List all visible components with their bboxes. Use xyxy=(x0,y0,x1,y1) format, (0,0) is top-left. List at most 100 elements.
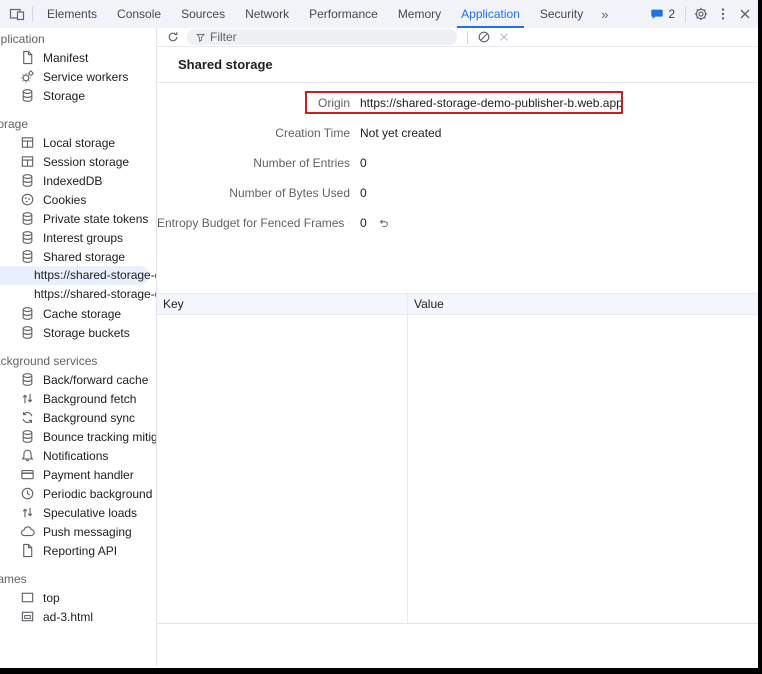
sidebar-item-service-workers[interactable]: Service workers xyxy=(0,67,156,86)
sidebar-item-label: Bounce tracking mitiga… xyxy=(43,430,157,444)
sidebar-item-shared-storage-origin-2[interactable]: https://shared-storage-d… xyxy=(0,285,156,304)
page-title: Shared storage xyxy=(157,47,762,83)
sidebar-item-label: Interest groups xyxy=(43,231,123,245)
sidebar-item-local-storage[interactable]: Local storage xyxy=(0,133,156,152)
sidebar-item-manifest[interactable]: Manifest xyxy=(0,48,156,67)
sidebar-item-frame-ad3[interactable]: ad-3.html xyxy=(0,607,156,626)
sidebar-item-cache-storage[interactable]: Cache storage xyxy=(0,304,156,323)
meta-label: Creation Time xyxy=(157,126,350,140)
filter-input[interactable] xyxy=(210,30,449,44)
close-icon[interactable] xyxy=(494,28,514,46)
document-icon xyxy=(20,543,35,558)
tab-elements[interactable]: Elements xyxy=(37,0,107,28)
sidebar-item-label: top xyxy=(43,591,60,605)
sidebar-item-push-messaging[interactable]: Push messaging xyxy=(0,522,156,541)
sidebar-item-notifications[interactable]: Notifications xyxy=(0,446,156,465)
sidebar-item-session-storage[interactable]: Session storage xyxy=(0,152,156,171)
issues-badge[interactable]: 2 xyxy=(644,7,681,21)
sidebar-item-label: Push messaging xyxy=(43,525,132,539)
tab-memory[interactable]: Memory xyxy=(388,0,451,28)
kebab-menu-icon[interactable] xyxy=(712,3,734,25)
section-title-background-services: Background services xyxy=(0,352,156,370)
sidebar-item-speculative-loads[interactable]: Speculative loads xyxy=(0,503,156,522)
sidebar-item-cookies[interactable]: Cookies xyxy=(0,190,156,209)
meta-label: Number of Bytes Used xyxy=(157,186,350,200)
value-column-area xyxy=(408,315,762,623)
toolbar-divider xyxy=(685,6,686,22)
section-title-frames: Frames xyxy=(0,570,156,588)
tab-application[interactable]: Application xyxy=(451,0,530,28)
window-right-edge xyxy=(758,0,762,674)
entries-value: 0 xyxy=(360,156,367,170)
tab-console[interactable]: Console xyxy=(107,0,171,28)
sidebar-item-label: Cache storage xyxy=(43,307,121,321)
database-icon xyxy=(20,173,35,188)
sidebar-item-interest-groups[interactable]: Interest groups xyxy=(0,228,156,247)
sidebar-item-label: Background sync xyxy=(43,411,135,425)
creation-time-value: Not yet created xyxy=(360,126,441,140)
sidebar-item-label: Periodic background s… xyxy=(43,487,157,501)
column-header-value[interactable]: Value xyxy=(408,294,762,314)
up-down-arrows-icon xyxy=(20,391,35,406)
bell-icon xyxy=(20,448,35,463)
toolbar-divider xyxy=(32,6,33,22)
window-bottom-edge xyxy=(0,668,762,674)
tab-network[interactable]: Network xyxy=(235,0,299,28)
tab-sources[interactable]: Sources xyxy=(171,0,235,28)
panel-tabs: Elements Console Sources Network Perform… xyxy=(37,0,616,28)
database-icon xyxy=(20,211,35,226)
sidebar-item-periodic-background-sync[interactable]: Periodic background s… xyxy=(0,484,156,503)
more-tabs-chevron-icon[interactable]: » xyxy=(593,0,616,28)
database-icon xyxy=(20,372,35,387)
database-icon xyxy=(20,325,35,340)
clear-block-icon[interactable] xyxy=(474,28,494,46)
sidebar-item-shared-storage-origin-1[interactable]: https://shared-storage-d… xyxy=(0,266,149,285)
sidebar-item-bounce-tracking-mitigations[interactable]: Bounce tracking mitiga… xyxy=(0,427,156,446)
sidebar-item-storage-buckets[interactable]: Storage buckets xyxy=(0,323,156,342)
cookie-icon xyxy=(20,192,35,207)
service-workers-icon xyxy=(20,69,35,84)
tab-performance[interactable]: Performance xyxy=(299,0,388,28)
sidebar-item-private-state-tokens[interactable]: Private state tokens xyxy=(0,209,156,228)
key-value-table: Key Value xyxy=(157,293,762,624)
sidebar-item-payment-handler[interactable]: Payment handler xyxy=(0,465,156,484)
devtools-tabbar: Elements Console Sources Network Perform… xyxy=(0,0,762,28)
sidebar-item-label: IndexedDB xyxy=(43,174,102,188)
sidebar-item-frame-top[interactable]: top xyxy=(0,588,156,607)
sidebar-item-storage[interactable]: Storage xyxy=(0,86,156,105)
filter-field[interactable] xyxy=(187,29,457,45)
sidebar-item-label: Session storage xyxy=(43,155,129,169)
sidebar-item-label: Notifications xyxy=(43,449,108,463)
sidebar-item-background-fetch[interactable]: Background fetch xyxy=(0,389,156,408)
sidebar-item-shared-storage[interactable]: Shared storage xyxy=(0,247,156,266)
sidebar-item-back-forward-cache[interactable]: Back/forward cache xyxy=(0,370,156,389)
sidebar-item-label: ad-3.html xyxy=(43,610,93,624)
sidebar-item-reporting-api[interactable]: Reporting API xyxy=(0,541,156,560)
tab-security[interactable]: Security xyxy=(530,0,593,28)
clock-icon xyxy=(20,486,35,501)
sidebar-item-label: Back/forward cache xyxy=(43,373,148,387)
sidebar-item-label: Manifest xyxy=(43,51,88,65)
section-title-storage: Storage xyxy=(0,115,156,133)
settings-gear-icon[interactable] xyxy=(690,3,712,25)
refresh-icon[interactable] xyxy=(163,28,183,46)
device-toolbar-icon[interactable] xyxy=(6,3,28,25)
sidebar-item-indexeddb[interactable]: IndexedDB xyxy=(0,171,156,190)
iframe-icon xyxy=(20,609,35,624)
close-devtools-icon[interactable] xyxy=(734,3,756,25)
sidebar-item-label: Speculative loads xyxy=(43,506,137,520)
undo-reset-icon[interactable] xyxy=(377,217,390,230)
meta-row-number-of-bytes: Number of Bytes Used 0 xyxy=(157,183,762,203)
sidebar-item-background-sync[interactable]: Background sync xyxy=(0,408,156,427)
key-column-area xyxy=(157,315,408,623)
sidebar-item-label: Reporting API xyxy=(43,544,117,558)
database-icon xyxy=(20,230,35,245)
card-icon xyxy=(20,467,35,482)
column-header-key[interactable]: Key xyxy=(157,294,408,314)
info-icon[interactable] xyxy=(348,217,350,229)
meta-label: Entropy Budget for Fenced Frames xyxy=(157,216,350,230)
origin-value: https://shared-storage-demo-publisher-b.… xyxy=(360,96,623,110)
frame-icon xyxy=(20,590,35,605)
table-icon xyxy=(20,154,35,169)
cloud-icon xyxy=(20,524,35,539)
